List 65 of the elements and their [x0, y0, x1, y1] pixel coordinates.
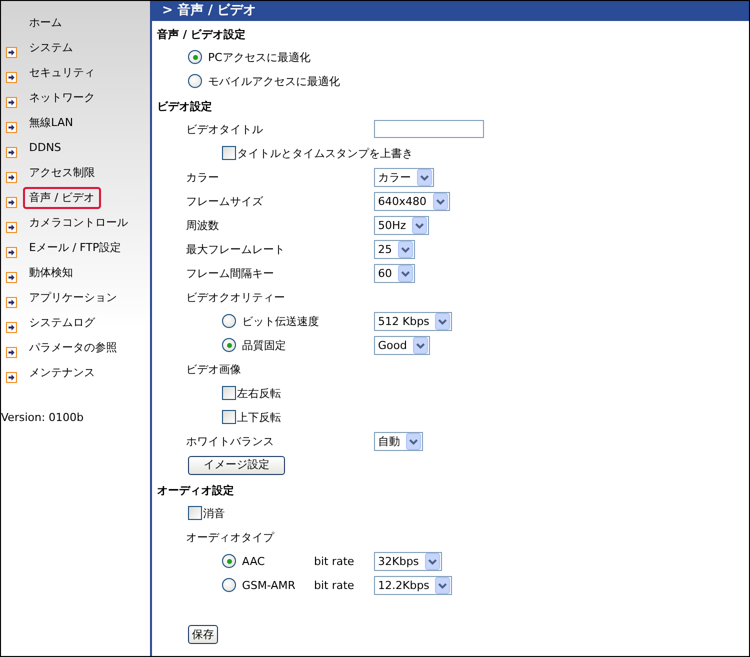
menu-item[interactable]: カメラコントロール — [23, 212, 134, 234]
save-button[interactable]: 保存 — [188, 625, 218, 644]
menu-item[interactable]: パラメータの参照 — [23, 337, 123, 359]
field-label: ビデオクオリティー — [186, 290, 285, 304]
menu-item[interactable]: ネットワーク — [23, 87, 101, 109]
radio-label: モバイルアクセスに最適化 — [208, 74, 340, 88]
radio-label: GSM-AMR — [242, 578, 296, 592]
field-label: 最大フレームレート — [186, 242, 285, 256]
menu-item[interactable]: システム — [23, 37, 79, 59]
radio-label: 品質固定 — [242, 338, 286, 352]
menu-item[interactable]: システムログ — [23, 312, 101, 334]
section-title: ビデオ設定 — [156, 99, 213, 115]
menu-item[interactable]: メンテナンス — [23, 362, 101, 384]
image-settings-button[interactable]: イメージ設定 — [188, 456, 285, 474]
radio-button[interactable] — [222, 314, 236, 328]
page-header: > 音声 / ビデオ — [152, 1, 749, 21]
checkbox-label: タイトルとタイムスタンプを上書き — [237, 146, 413, 160]
dropdown[interactable]: 自動 — [374, 432, 423, 450]
radio-button[interactable] — [188, 74, 202, 88]
field-label: ビデオ画像 — [186, 362, 241, 376]
checkbox[interactable] — [222, 386, 236, 400]
menu-item[interactable]: 無線LAN — [23, 112, 80, 134]
bit-rate-label: bit rate — [314, 578, 354, 592]
radio-label: ビット伝送速度 — [242, 314, 319, 328]
menu-item[interactable]: アクセス制限 — [23, 162, 101, 184]
checkbox-label: 消音 — [203, 506, 225, 520]
dropdown[interactable]: Good — [374, 336, 430, 354]
section-title: オーディオ設定 — [156, 483, 235, 499]
checkbox[interactable] — [188, 506, 202, 520]
dropdown[interactable]: 640x480 — [374, 192, 450, 210]
section-title: 音声 / ビデオ設定 — [156, 27, 247, 43]
radio-button[interactable] — [222, 578, 236, 592]
field-label: 周波数 — [186, 218, 219, 232]
dropdown[interactable]: カラー — [374, 168, 434, 186]
dropdown[interactable]: 60 — [374, 264, 415, 282]
field-label: フレーム間隔キー — [186, 266, 274, 280]
radio-button[interactable] — [222, 338, 236, 352]
menu-item[interactable]: セキュリティ — [23, 62, 101, 84]
menu-item[interactable]: Eメール / FTP設定 — [23, 237, 128, 259]
field-label: オーディオタイプ — [186, 530, 274, 544]
radio-button[interactable] — [222, 554, 236, 568]
version-text: Version: 0100b — [1, 411, 85, 424]
dropdown[interactable]: 32Kbps — [374, 552, 442, 570]
field-label: ホワイトバランス — [186, 434, 274, 448]
menu-item[interactable]: ホーム — [23, 12, 68, 34]
menu-item[interactable]: DDNS — [23, 137, 68, 159]
field-label: フレームサイズ — [186, 194, 263, 208]
dropdown[interactable]: 512 Kbps — [374, 312, 452, 330]
checkbox[interactable] — [222, 410, 236, 424]
dropdown[interactable]: 12.2Kbps — [374, 576, 452, 594]
checkbox[interactable] — [222, 146, 236, 160]
field-label: ビデオタイトル — [186, 122, 263, 136]
dropdown[interactable]: 25 — [374, 240, 415, 258]
radio-label: PCアクセスに最適化 — [208, 50, 310, 64]
radio-button[interactable] — [188, 50, 202, 64]
field-label: カラー — [186, 170, 219, 184]
bit-rate-label: bit rate — [314, 554, 354, 568]
menu-item[interactable]: 動体検知 — [23, 262, 79, 284]
menu-item[interactable]: アプリケーション — [23, 287, 123, 309]
dropdown[interactable]: 50Hz — [374, 216, 430, 234]
checkbox-label: 上下反転 — [237, 410, 281, 424]
radio-label: AAC — [242, 554, 266, 568]
video-title-field[interactable] — [374, 120, 484, 138]
menu-item[interactable]: 音声 / ビデオ — [23, 187, 101, 209]
checkbox-label: 左右反転 — [237, 386, 281, 400]
